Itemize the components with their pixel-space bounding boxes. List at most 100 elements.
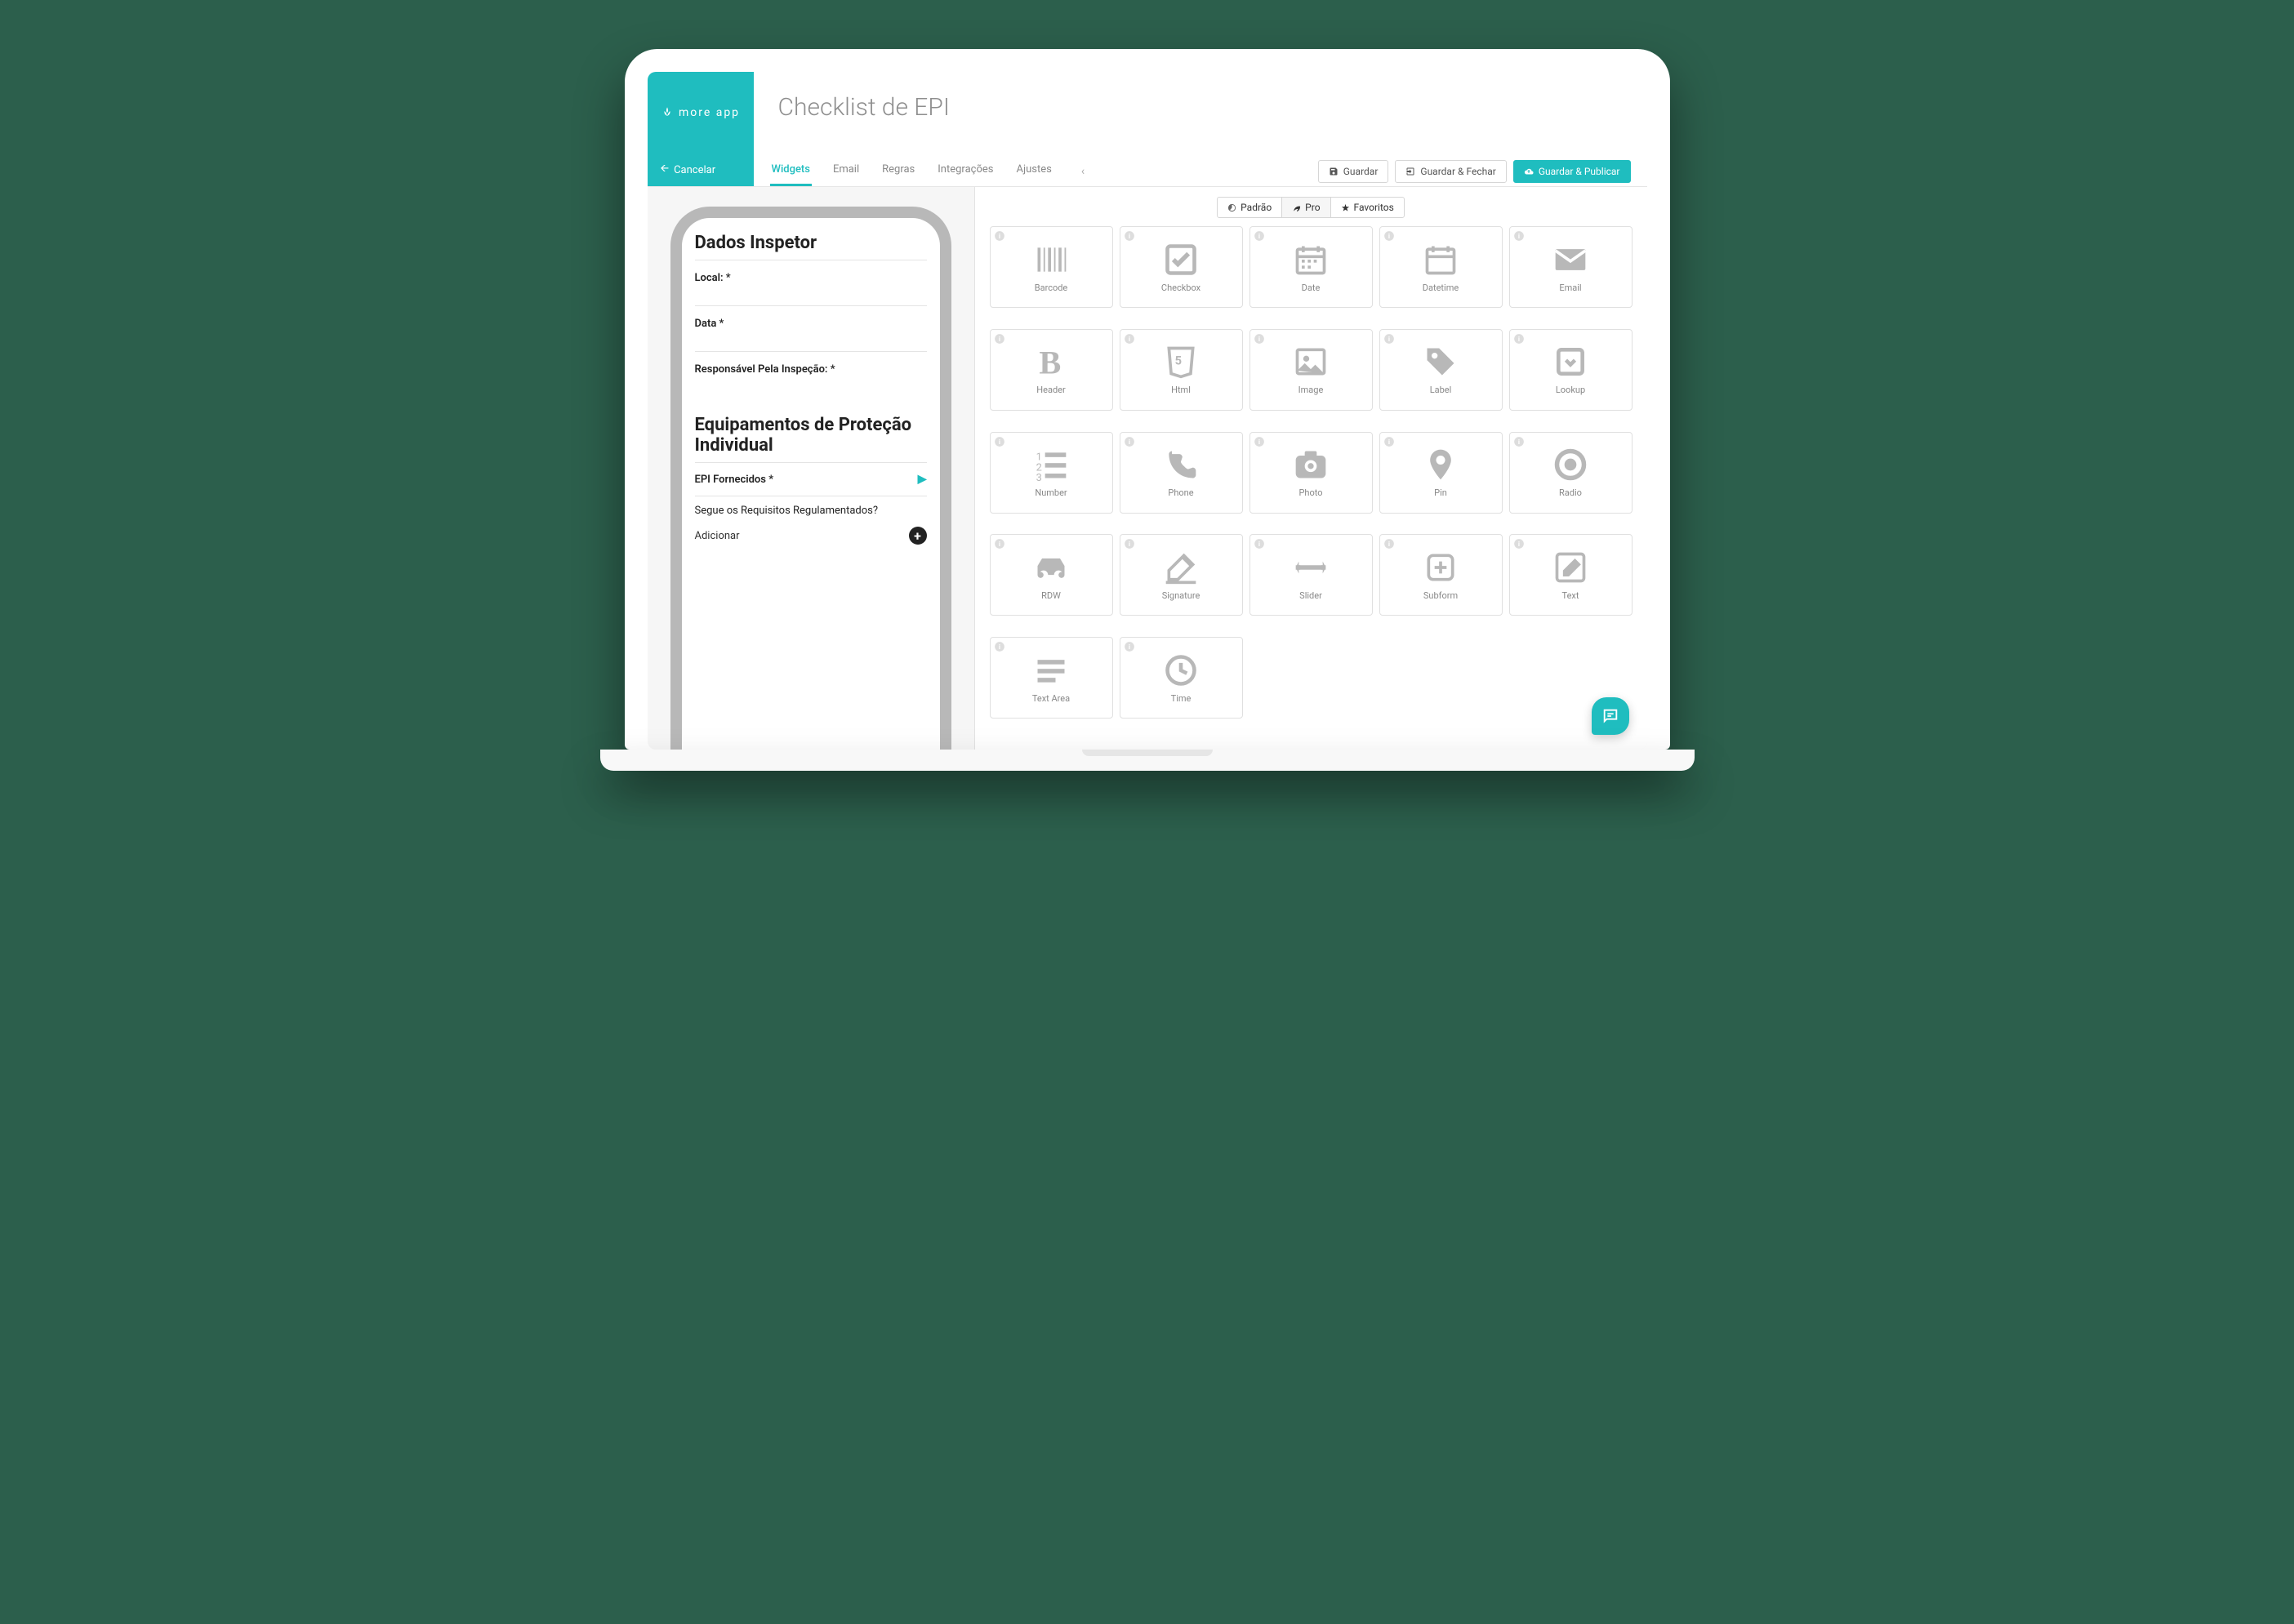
tab-ajustes[interactable]: Ajustes (1014, 155, 1053, 186)
svg-text:i: i (1517, 335, 1519, 343)
info-icon: i (1254, 230, 1265, 242)
info-icon: i (994, 641, 1005, 652)
widget-pin[interactable]: iPin (1379, 432, 1503, 514)
photo-icon (1293, 447, 1329, 483)
barcode-icon (1033, 242, 1069, 278)
widget-label: Image (1298, 385, 1324, 395)
chevron-right-icon: ▶ (918, 473, 927, 486)
html-icon: 5 (1163, 344, 1199, 380)
info-icon: i (1383, 333, 1395, 345)
info-icon: i (1124, 641, 1135, 652)
brand-logo[interactable]: more app (648, 72, 754, 154)
signature-icon (1163, 549, 1199, 585)
widget-label: Slider (1299, 590, 1322, 601)
subform-icon (1423, 549, 1459, 585)
arrow-left-icon: 🡨 (661, 161, 670, 179)
plus-icon: + (909, 527, 927, 545)
svg-text:i: i (1388, 438, 1389, 446)
svg-text:i: i (1128, 643, 1129, 651)
widget-time[interactable]: i Time (1120, 637, 1243, 719)
widget-signature[interactable]: iSignature (1120, 534, 1243, 616)
subform-row[interactable]: EPI Fornecidos * ▶ (695, 462, 927, 496)
save-button[interactable]: Guardar (1318, 160, 1389, 183)
date-icon (1293, 242, 1329, 278)
widget-number[interactable]: i123Number (990, 432, 1113, 514)
widget-label: Html (1171, 385, 1191, 395)
field-local[interactable]: Local: * (695, 260, 927, 305)
chat-fab[interactable] (1592, 697, 1629, 735)
svg-text:3: 3 (1036, 472, 1042, 483)
widget-label: Time (1171, 693, 1192, 704)
widget-rdw[interactable]: iRDW (990, 534, 1113, 616)
second-row: 🡨 Cancelar Widgets Email Regras Integraç… (648, 154, 1647, 187)
chat-icon (1601, 707, 1619, 725)
tab-email[interactable]: Email (831, 155, 861, 186)
add-label: Adicionar (695, 530, 740, 542)
svg-text:i: i (1388, 335, 1389, 343)
widget-email[interactable]: iEmail (1509, 226, 1633, 308)
star-icon (1341, 203, 1350, 212)
save-label: Guardar (1343, 166, 1379, 177)
widget-checkbox[interactable]: iCheckbox (1120, 226, 1243, 308)
widget-slider[interactable]: i Slider (1249, 534, 1373, 616)
info-icon: i (1254, 538, 1265, 549)
widget-header[interactable]: iBHeader (990, 329, 1113, 411)
section-header-2[interactable]: Equipamentos de Proteção Individual (695, 415, 927, 456)
widget-text-area[interactable]: iText Area (990, 637, 1113, 719)
widget-label: Number (1035, 487, 1067, 498)
add-row[interactable]: Adicionar + (695, 522, 927, 553)
phone-frame: Dados Inspetor Local: * Data * Responsáv… (670, 207, 951, 750)
tab-padrao[interactable]: Padrão (1218, 198, 1281, 217)
time-icon (1163, 652, 1199, 688)
save-close-button[interactable]: Guardar & Fechar (1395, 160, 1506, 183)
widget-html[interactable]: i 5 Html (1120, 329, 1243, 411)
tab-favoritos[interactable]: Favoritos (1330, 198, 1404, 217)
widget-date[interactable]: iDate (1249, 226, 1373, 308)
widget-label: Text (1562, 590, 1579, 601)
tab-pro[interactable]: Pro (1281, 198, 1330, 217)
widget-text[interactable]: iText (1509, 534, 1633, 616)
widget-label[interactable]: iLabel (1379, 329, 1503, 411)
screen: more app Checklist de EPI 🡨 Cancelar Wid… (648, 72, 1647, 750)
cloud-upload-icon (1524, 167, 1534, 176)
body: Dados Inspetor Local: * Data * Responsáv… (648, 187, 1647, 750)
svg-text:i: i (1517, 232, 1519, 240)
tab-widgets[interactable]: Widgets (770, 155, 812, 186)
tab-regras[interactable]: Regras (880, 155, 916, 186)
save-publish-button[interactable]: Guardar & Publicar (1513, 160, 1631, 183)
field-data[interactable]: Data * (695, 305, 927, 351)
svg-text:i: i (1258, 438, 1259, 446)
widget-subform[interactable]: iSubform (1379, 534, 1503, 616)
svg-text:i: i (998, 232, 1000, 240)
widget-phone[interactable]: iPhone (1120, 432, 1243, 514)
widget-radio[interactable]: iRadio (1509, 432, 1633, 514)
section-header-1[interactable]: Dados Inspetor (695, 233, 927, 253)
widget-lookup[interactable]: iLookup (1509, 329, 1633, 411)
cancel-button[interactable]: 🡨 Cancelar (648, 154, 754, 186)
laptop-frame: more app Checklist de EPI 🡨 Cancelar Wid… (625, 49, 1670, 750)
field-label: Data * (695, 318, 927, 330)
laptop-base (600, 750, 1695, 771)
svg-text:i: i (1128, 335, 1129, 343)
save-icon (1329, 167, 1339, 176)
widget-image[interactable]: iImage (1249, 329, 1373, 411)
widget-photo[interactable]: iPhoto (1249, 432, 1373, 514)
chevron-left-icon[interactable]: ‹ (1073, 157, 1093, 186)
widget-datetime[interactable]: iDatetime (1379, 226, 1503, 308)
top-row: more app Checklist de EPI (648, 72, 1647, 154)
widget-barcode[interactable]: i Barcode (990, 226, 1113, 308)
svg-text:i: i (1517, 438, 1519, 446)
info-icon: i (994, 436, 1005, 447)
field-responsavel[interactable]: Responsável Pela Inspeção: * (695, 351, 927, 397)
tabs-actions: Widgets Email Regras Integrações Ajustes… (754, 154, 1647, 186)
tab-integracoes[interactable]: Integrações (936, 155, 995, 186)
slider-icon (1293, 549, 1329, 585)
widget-label: Subform (1423, 590, 1458, 601)
question-row[interactable]: Segue os Requisitos Regulamentados? (695, 496, 927, 522)
widget-label: Barcode (1035, 283, 1068, 293)
info-icon: i (1513, 436, 1525, 447)
info-icon: i (1124, 538, 1135, 549)
svg-text:i: i (1258, 232, 1259, 240)
grain-icon (661, 106, 674, 119)
preview-panel: Dados Inspetor Local: * Data * Responsáv… (648, 187, 974, 750)
